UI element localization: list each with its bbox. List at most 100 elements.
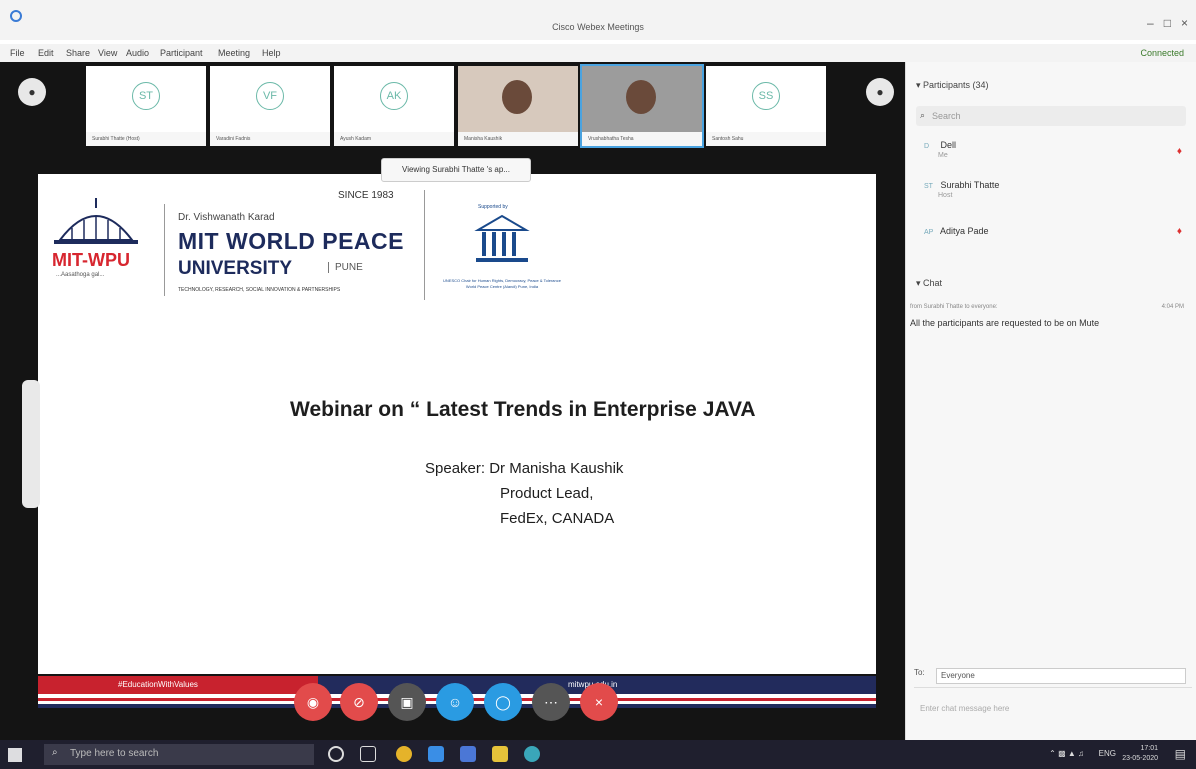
connection-status[interactable]: Connected — [1140, 48, 1184, 58]
footer-hashtag: #EducationWithValues — [38, 676, 318, 694]
menu-help[interactable]: Help — [262, 48, 281, 58]
annotation-toolbar-handle[interactable] — [22, 380, 40, 508]
store-icon[interactable] — [428, 746, 444, 762]
window-controls: – □ × — [1137, 16, 1188, 30]
thumbnail-name: Surabhi Thatte (Host) — [86, 132, 206, 146]
logo-tagline: ...Aasathoga gal... — [56, 272, 105, 278]
menu-audio[interactable]: Audio — [126, 48, 149, 58]
thumbnail-name: Vrushabhatha Tesha — [582, 132, 702, 146]
webex-taskbar-icon[interactable] — [524, 746, 540, 762]
thumbnail-name: Ayush Kadam — [334, 132, 454, 146]
chat-message-header: from Surabhi Thatte to everyone: 4:04 PM — [910, 304, 1190, 310]
divider — [164, 204, 165, 296]
avatar: AP — [924, 229, 934, 236]
participant-row[interactable]: ST Surabhi Thatte Host — [924, 180, 999, 199]
taskbar-clock[interactable]: 17:01 23-05-2020 — [1122, 744, 1158, 764]
unesco-logo-icon — [474, 214, 530, 262]
mit-dome-logo-icon — [54, 198, 138, 244]
stop-video-button[interactable]: ⊘ — [340, 683, 378, 721]
menu-view[interactable]: View — [98, 48, 117, 58]
since-year: SINCE 1983 — [338, 190, 394, 201]
window-title: Cisco Webex Meetings — [552, 22, 644, 32]
chat-recipient-select[interactable]: Everyone — [936, 668, 1186, 684]
menu-file[interactable]: File — [10, 48, 25, 58]
language-indicator[interactable]: ENG — [1099, 749, 1116, 758]
search-placeholder: Search — [932, 111, 961, 121]
mute-button[interactable]: ◉ — [294, 683, 332, 721]
chat-timestamp: 4:04 PM — [1161, 304, 1184, 310]
participant-role: Host — [938, 192, 953, 199]
taskbar-search-input[interactable]: ⌕ Type here to search — [44, 744, 314, 765]
participant-video-thumbnail[interactable]: Manisha Kaushik — [458, 66, 578, 146]
muted-mic-icon[interactable]: ♦ — [1177, 146, 1182, 157]
avatar: ST — [132, 82, 160, 110]
self-view-button[interactable]: ● — [866, 78, 894, 106]
university-city: PUNE — [328, 262, 363, 273]
participant-name: Surabhi Thatte — [940, 180, 1000, 190]
participant-role: Me — [938, 152, 948, 159]
participant-video-thumbnail[interactable]: Vrushabhatha Tesha — [580, 64, 704, 148]
side-panel: ▾ Participants (34) ⌕ Search D Dell Me ♦… — [905, 62, 1196, 740]
avatar: VF — [256, 82, 284, 110]
notifications-icon[interactable]: ▤ — [1175, 747, 1186, 761]
layout-toggle-button[interactable]: ● — [18, 78, 46, 106]
participants-search-input[interactable]: ⌕ Search — [916, 106, 1186, 126]
thumbnail-name: Manisha Kaushik — [458, 132, 578, 146]
participant-video — [502, 80, 532, 114]
windows-start-icon[interactable] — [8, 748, 22, 762]
participants-count: Participants (34) — [923, 80, 989, 90]
minimize-icon[interactable]: – — [1147, 16, 1154, 30]
share-content-button[interactable]: ▣ — [388, 683, 426, 721]
mail-icon[interactable] — [460, 746, 476, 762]
chat-recipient-row: To: Everyone — [914, 668, 1192, 688]
chat-button[interactable]: ◯ — [484, 683, 522, 721]
participant-name: Dell — [940, 140, 957, 150]
supported-by-label: Supported by — [478, 204, 508, 210]
unesco-chair-text: UNESCO Chair for Human Rights, Democracy… — [443, 278, 561, 289]
close-icon[interactable]: × — [1181, 16, 1188, 30]
menu-participant[interactable]: Participant — [160, 48, 203, 58]
muted-mic-icon[interactable]: ♦ — [1177, 226, 1182, 237]
chat-message: All the participants are requested to be… — [910, 318, 1100, 328]
chat-panel-title[interactable]: ▾ Chat — [916, 278, 942, 289]
participant-row[interactable]: D Dell Me — [924, 140, 956, 159]
participant-thumbnail[interactable]: AK Ayush Kadam — [334, 66, 454, 146]
avatar: D — [924, 143, 930, 150]
chat-message-input[interactable]: Enter chat message here — [914, 698, 1192, 726]
chat-sender: from Surabhi Thatte to everyone: — [910, 304, 998, 310]
chat-to-label: To: — [914, 668, 925, 677]
title-bar: Cisco Webex Meetings – □ × — [0, 0, 1196, 40]
menu-share[interactable]: Share — [66, 48, 90, 58]
avatar: ST — [924, 183, 933, 190]
menu-meeting[interactable]: Meeting — [218, 48, 250, 58]
search-icon: ⌕ — [920, 110, 926, 120]
participant-thumbnail[interactable]: VF Varadini Fadnis — [210, 66, 330, 146]
taskbar: ⌕ Type here to search ⌃ ▩ ▲ ♫ ENG 17:01 … — [0, 740, 1196, 769]
maximize-icon[interactable]: □ — [1164, 16, 1171, 30]
shared-content: MIT-WPU ...Aasathoga gal... SINCE 1983 D… — [38, 174, 876, 708]
system-tray-icons[interactable]: ⌃ ▩ ▲ ♫ — [1049, 749, 1084, 758]
thumbnail-name: Santosh Sahu — [706, 132, 826, 146]
menu-edit[interactable]: Edit — [38, 48, 54, 58]
webinar-title: Webinar on “ Latest Trends in Enterprise… — [290, 398, 756, 421]
task-view-icon[interactable] — [360, 746, 376, 762]
mit-wpu-logo-text: MIT-WPU — [52, 250, 130, 270]
participants-button[interactable]: ☺ — [436, 683, 474, 721]
participant-row[interactable]: AP Aditya Pade — [924, 226, 989, 236]
avatar: AK — [380, 82, 408, 110]
more-options-button[interactable]: ⋯ — [532, 683, 570, 721]
university-tagline: TECHNOLOGY, RESEARCH, SOCIAL INNOVATION … — [178, 287, 341, 293]
chrome-icon[interactable] — [396, 746, 412, 762]
participant-thumbnail[interactable]: ST Surabhi Thatte (Host) — [86, 66, 206, 146]
participants-panel-title[interactable]: ▾ Participants (34) — [916, 80, 989, 91]
search-icon: ⌕ — [52, 747, 58, 758]
participant-thumbnail[interactable]: SS Santosh Sahu — [706, 66, 826, 146]
file-explorer-icon[interactable] — [492, 746, 508, 762]
webex-logo-icon — [10, 10, 22, 22]
cortana-icon[interactable] — [328, 746, 344, 762]
speaker-details: Speaker: Dr Manisha Kaushik Product Lead… — [425, 460, 624, 527]
participant-video — [626, 80, 656, 114]
university-name-line1: MIT WORLD PEACE — [178, 228, 404, 254]
leave-meeting-button[interactable]: × — [580, 683, 618, 721]
thumbnail-name: Varadini Fadnis — [210, 132, 330, 146]
